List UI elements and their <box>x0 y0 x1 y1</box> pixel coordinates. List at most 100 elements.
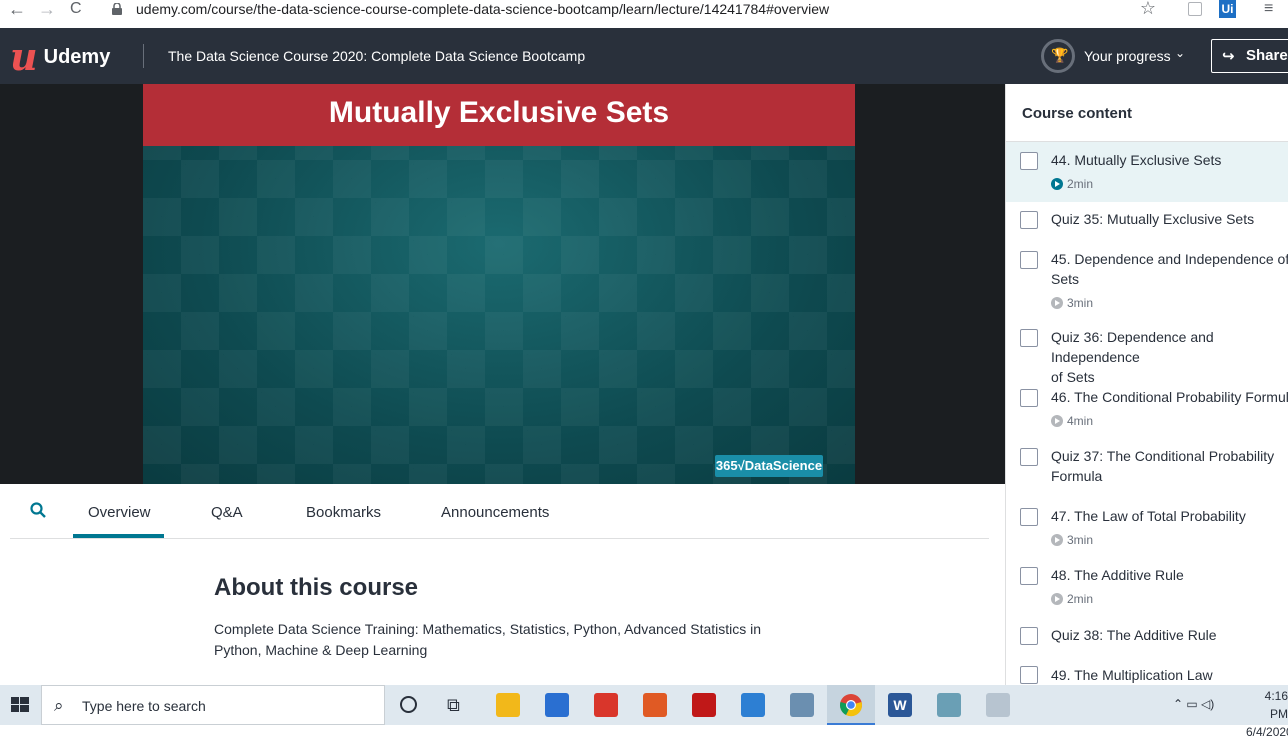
curriculum-item-duration: 4min <box>1051 414 1093 428</box>
video-player[interactable]: Mutually Exclusive Sets 365√DataScience <box>0 84 1005 484</box>
lock-icon <box>112 3 122 15</box>
curriculum-item[interactable]: 46. The Conditional Probability Formula … <box>1006 380 1288 440</box>
curriculum-item-title: 44. Mutually Exclusive Sets <box>1051 152 1222 168</box>
search-icon: ⌕ <box>54 696 64 715</box>
active-tab-indicator <box>73 534 164 538</box>
sidebar-header: Course content <box>1006 84 1288 142</box>
course-content-sidebar: Course content 44. Mutually Exclusive Se… <box>1005 84 1288 685</box>
completion-checkbox[interactable] <box>1020 448 1038 466</box>
reading-list-icon[interactable]: ≡ <box>1264 0 1273 18</box>
sidebar-title: Course content <box>1022 105 1133 122</box>
taskbar-clock[interactable]: 4:16 PM 6/4/2020 <box>1246 687 1288 741</box>
curriculum-item-duration: 3min <box>1051 533 1093 547</box>
completion-checkbox[interactable] <box>1020 251 1038 269</box>
chrome-icon <box>840 694 862 717</box>
system-tray-icons[interactable]: ⌃ ▭ ◁) <box>1173 697 1214 711</box>
curriculum-item[interactable]: 45. Dependence and Independence of Sets … <box>1006 242 1288 320</box>
completion-checkbox[interactable] <box>1020 329 1038 347</box>
paint-icon[interactable] <box>986 693 1010 717</box>
completion-checkbox[interactable] <box>1020 211 1038 229</box>
curriculum-item-duration: 3min <box>1051 296 1093 310</box>
completion-checkbox[interactable] <box>1020 508 1038 526</box>
curriculum-item-title: 47. The Law of Total Probability <box>1051 508 1246 524</box>
trophy-icon: 🏆 <box>1051 47 1069 63</box>
word-icon[interactable]: W <box>888 693 912 717</box>
reload-icon[interactable]: C <box>70 0 82 18</box>
completion-checkbox[interactable] <box>1020 152 1038 170</box>
tab-announcements[interactable]: Announcements <box>441 504 549 521</box>
curriculum-item-title: Quiz 38: The Additive Rule <box>1051 627 1217 643</box>
forward-arrow-icon[interactable]: → <box>38 0 56 18</box>
curriculum-item-duration: 2min <box>1051 177 1093 191</box>
curriculum-item-title: Quiz 35: Mutually Exclusive Sets <box>1051 211 1255 227</box>
taskbar-search-placeholder: Type here to search <box>82 698 206 714</box>
tab-overview[interactable]: Overview <box>88 504 151 521</box>
tab-qa[interactable]: Q&A <box>211 504 243 521</box>
chevron-down-icon[interactable]: ⌄ <box>1175 46 1185 60</box>
extension-icon[interactable] <box>1188 2 1202 16</box>
curriculum-item[interactable]: 44. Mutually Exclusive Sets 2min <box>1006 142 1288 202</box>
curriculum-item-title: 45. Dependence and Independence of Sets <box>1051 251 1288 287</box>
share-label: Share <box>1246 47 1288 64</box>
extension-ui-icon[interactable]: Ui <box>1219 0 1236 18</box>
mail-icon[interactable] <box>741 693 765 717</box>
play-circle-icon <box>1051 178 1063 190</box>
share-arrow-icon: ↪ <box>1222 48 1235 65</box>
curriculum-item[interactable]: 49. The Multiplication Law <box>1006 660 1288 685</box>
curriculum-item[interactable]: 48. The Additive Rule 2min <box>1006 560 1288 620</box>
header-divider <box>143 44 144 68</box>
windows-taskbar: ⌕ Type here to search ⧉ W ⌃ ▭ ◁) 4:16 PM… <box>0 685 1288 739</box>
store-icon[interactable] <box>545 693 569 717</box>
app-icon[interactable] <box>594 693 618 717</box>
play-circle-icon <box>1051 534 1063 546</box>
udemy-logo-text: Udemy <box>43 45 111 68</box>
completion-checkbox[interactable] <box>1020 567 1038 585</box>
curriculum-item-title: 49. The Multiplication Law <box>1051 667 1213 683</box>
windows-start-icon[interactable] <box>0 685 40 725</box>
udemy-logo[interactable]: u Udemy <box>10 34 111 79</box>
search-icon[interactable] <box>30 502 46 518</box>
share-button[interactable]: ↪ Share <box>1211 39 1288 73</box>
udemy-logo-mark-icon: u <box>10 34 38 79</box>
clock-date: 6/4/2020 <box>1246 725 1288 739</box>
document-app-icon[interactable] <box>790 693 814 717</box>
completion-checkbox[interactable] <box>1020 666 1038 684</box>
completion-checkbox[interactable] <box>1020 389 1038 407</box>
curriculum-item[interactable]: Quiz 35: Mutually Exclusive Sets <box>1006 202 1288 242</box>
notepad-icon[interactable] <box>937 693 961 717</box>
address-bar[interactable]: udemy.com/course/the-data-science-course… <box>102 0 1182 20</box>
tab-bookmarks[interactable]: Bookmarks <box>306 504 381 521</box>
curriculum-item[interactable]: Quiz 36: Dependence and Independence of … <box>1006 320 1288 385</box>
file-explorer-icon[interactable] <box>496 693 520 717</box>
completion-checkbox[interactable] <box>1020 627 1038 645</box>
curriculum-item[interactable]: Quiz 38: The Additive Rule <box>1006 620 1288 660</box>
video-banner-title: Mutually Exclusive Sets <box>143 84 855 146</box>
task-view-icon[interactable]: ⧉ <box>447 695 460 716</box>
taskbar-search-box[interactable]: ⌕ Type here to search <box>41 685 385 725</box>
clock-time: 4:16 PM <box>1264 689 1288 721</box>
url-text[interactable]: udemy.com/course/the-data-science-course… <box>136 1 829 17</box>
about-course-description: Complete Data Science Training: Mathemat… <box>214 621 762 658</box>
back-arrow-icon[interactable]: ← <box>8 0 26 18</box>
play-circle-icon <box>1051 415 1063 427</box>
bookmark-star-icon[interactable]: ☆ <box>1140 0 1156 19</box>
curriculum-item-title: 48. The Additive Rule <box>1051 567 1184 583</box>
video-frame[interactable]: Mutually Exclusive Sets 365√DataScience <box>143 84 855 484</box>
play-circle-icon <box>1051 297 1063 309</box>
curriculum-item-title: 46. The Conditional Probability Formula <box>1051 389 1288 405</box>
video-watermark: 365√DataScience <box>715 455 823 477</box>
curriculum-item[interactable]: Quiz 37: The Conditional Probability For… <box>1006 440 1288 500</box>
your-progress-button[interactable]: Your progress <box>1084 48 1171 64</box>
course-header: u Udemy The Data Science Course 2020: Co… <box>0 28 1288 84</box>
progress-ring[interactable]: 🏆 <box>1041 39 1075 73</box>
curriculum-item[interactable]: 47. The Law of Total Probability 3min <box>1006 500 1288 560</box>
browser-toolbar: ← → C udemy.com/course/the-data-science-… <box>0 0 1288 20</box>
curriculum-item-title: Quiz 37: The Conditional Probability For… <box>1051 448 1275 484</box>
chrome-taskbar-button[interactable] <box>827 685 875 725</box>
course-title[interactable]: The Data Science Course 2020: Complete D… <box>168 48 585 64</box>
powerpoint-icon[interactable] <box>643 693 667 717</box>
mcafee-icon[interactable] <box>692 693 716 717</box>
cortana-icon[interactable] <box>400 696 417 713</box>
about-course-heading: About this course <box>214 574 419 601</box>
curriculum-item-duration: 2min <box>1051 592 1093 606</box>
